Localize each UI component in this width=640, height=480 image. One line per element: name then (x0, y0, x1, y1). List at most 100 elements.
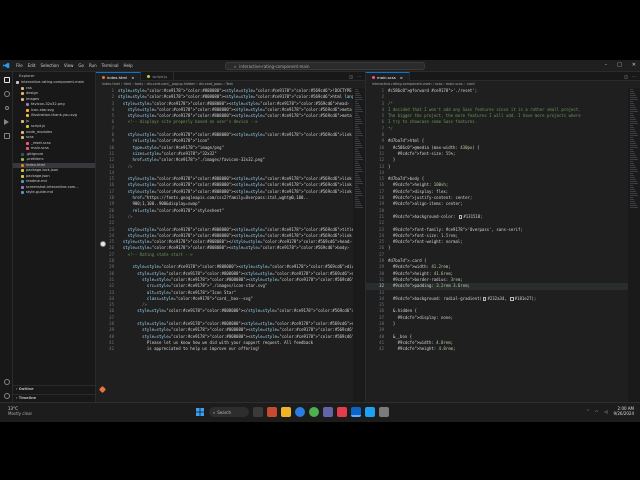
menu-run[interactable]: Run (89, 63, 97, 68)
tab-label: main.scss (377, 74, 396, 80)
code-line[interactable]: 36 style=style="color:#ce9178">"color:#8… (96, 308, 365, 314)
menu-help[interactable]: Help (124, 63, 133, 68)
command-center-search[interactable]: ⌕ interactive-rating-component-main (225, 62, 425, 70)
code-line[interactable]: 42 is appreciated to help us improve our… (96, 346, 365, 352)
editor-group-left: index.html × script.js ◫ ⋯ index.html › ht… (96, 72, 366, 404)
code-line[interactable]: 42 #9cdcfe">height: 4.8rem; (366, 346, 640, 352)
search-icon: ⌕ (213, 409, 216, 415)
chrome-browser-icon[interactable] (309, 407, 319, 417)
app-icon[interactable] (267, 407, 277, 417)
timeline-section[interactable]: › Timeline (13, 394, 96, 401)
menu-edit[interactable]: Edit (28, 63, 36, 68)
more-actions-icon[interactable]: ⋯ (357, 74, 361, 79)
split-editor-icon[interactable]: ◫ (624, 74, 628, 79)
tree-item[interactable]: style-guide.md (13, 190, 95, 196)
code-text: } (388, 320, 396, 326)
wifi-icon[interactable]: ◠ (595, 409, 599, 414)
run-debug-icon[interactable] (0, 115, 13, 128)
more-actions-icon[interactable]: ⋯ (632, 74, 636, 79)
breadcrumb[interactable]: interactive-rating-component-main › scss… (366, 81, 640, 88)
file-type-icon (147, 75, 151, 78)
editor-tabs-left: index.html × script.js ◫ ⋯ (96, 72, 365, 81)
file-type-icon (102, 75, 105, 79)
file-icon (26, 141, 29, 145)
code-text: } (388, 163, 391, 169)
teams-icon[interactable] (323, 407, 333, 417)
weather-widget[interactable]: 13°C Mostly clear (8, 406, 32, 416)
extensions-icon[interactable] (0, 129, 13, 142)
vscode-logo-icon (0, 60, 12, 72)
taskbar-search[interactable]: ⌕ Search (209, 407, 249, 417)
manage-gear-icon[interactable] (0, 389, 13, 402)
tab-script-js[interactable]: script.js (141, 72, 175, 81)
folder-icon (21, 86, 24, 90)
menu-go[interactable]: Go (78, 63, 84, 68)
timeline-label: Timeline (18, 396, 37, 400)
file-icon (21, 169, 24, 173)
file-explorer-icon[interactable] (281, 407, 291, 417)
code-text: #9cdcfe">background-color: #131518; (392, 213, 483, 219)
windows-taskbar: 13°C Mostly clear ⌕ Search ˄ ◠ ◁ 2:00 AM… (0, 402, 640, 422)
tab-main-scss[interactable]: main.scss × (366, 72, 410, 81)
menu-terminal[interactable]: Terminal (102, 63, 119, 68)
editor-group-right: main.scss × ◫ ⋯ interactive-rating-compon… (366, 72, 640, 404)
folder-icon (21, 119, 24, 123)
speaker-icon[interactable]: ◁ (604, 409, 607, 414)
chevron-up-icon[interactable]: ˄ (587, 409, 589, 414)
code-area-html[interactable]: 1 style=style="color:#ce9178">"color:#808… (96, 88, 365, 404)
account-icon[interactable] (0, 375, 13, 388)
minimize-button[interactable]: – (605, 62, 608, 68)
vscode-taskbar-icon[interactable] (351, 407, 361, 417)
tab-index-html[interactable]: index.html × (96, 72, 142, 82)
minimap[interactable] (353, 88, 365, 404)
file-type-icon (372, 75, 375, 79)
color-swatch-icon[interactable] (510, 297, 514, 301)
tree-item-label: style-guide.md (26, 190, 53, 194)
code-text: rel=style="color:#ce9178">"stylesheet" (132, 207, 224, 213)
start-button-icon[interactable] (195, 407, 205, 417)
file-icon (21, 163, 24, 167)
editor-tabs-right: main.scss × ◫ ⋯ (366, 72, 640, 81)
code-text: <!-- displays site properly based on use… (118, 119, 258, 125)
menu-view[interactable]: View (64, 63, 74, 68)
desktop-screen: File Edit Selection View Go Run Terminal Help ⌕… (0, 0, 640, 480)
minimap[interactable] (628, 88, 640, 404)
weather-desc: Mostly clear (8, 411, 33, 416)
code-text: I try to showcase some Sass features. (388, 119, 478, 125)
app-icon[interactable] (337, 407, 347, 417)
maximize-button[interactable]: □ (617, 62, 622, 68)
explorer-header: Explorer (19, 73, 35, 78)
chevron-right-icon: › (16, 387, 18, 391)
menu-selection[interactable]: Selection (40, 63, 58, 68)
search-view-icon[interactable] (0, 87, 13, 100)
code-text: #9cdcfe">background: radial-gradient(#23… (392, 295, 537, 301)
code-text: #9cdcfe">align-items: center; (392, 201, 463, 207)
close-tab-icon[interactable]: × (131, 73, 134, 82)
outline-section[interactable]: › Outline (13, 385, 96, 392)
color-swatch-icon[interactable] (482, 297, 487, 301)
close-button[interactable]: ✕ (632, 62, 636, 68)
code-text: #9cdcfe">padding: 3.2rem 3.6rem; (392, 283, 470, 289)
code-text: #9cdcfe">font-size: 55%; (397, 150, 456, 156)
app-icon[interactable] (379, 407, 389, 417)
clock-date: 9/26/2024 (613, 411, 634, 416)
breadcrumb[interactable]: index.html › html › body › div.card.card… (96, 81, 365, 88)
clock[interactable]: 2:00 AM 9/26/2024 (613, 406, 634, 416)
taskbar-search-label: Search (217, 409, 231, 415)
split-editor-icon[interactable]: ◫ (349, 74, 353, 79)
explorer-icon[interactable] (0, 73, 13, 86)
close-tab-icon[interactable]: × (400, 73, 403, 82)
edge-browser-icon[interactable] (295, 407, 305, 417)
code-text: #9cdcfe">height: 4.8rem; (397, 346, 456, 352)
source-control-icon[interactable] (0, 101, 13, 114)
chevron-right-icon: › (16, 396, 18, 400)
app-icon[interactable] (365, 407, 375, 417)
breakpoint-icon[interactable] (100, 241, 106, 247)
task-view-icon[interactable] (253, 407, 263, 417)
file-icon (26, 114, 29, 118)
code-text: #9cdcfe">display: none; (397, 314, 454, 320)
code-text: #9cdcfe">font-weight: normal; (392, 239, 463, 245)
color-swatch-icon[interactable] (458, 215, 463, 219)
code-area-scss[interactable]: 1 #c586c0">@forward #ce9178">'./reset'; 2 3… (366, 88, 640, 404)
menu-file[interactable]: File (16, 63, 23, 68)
